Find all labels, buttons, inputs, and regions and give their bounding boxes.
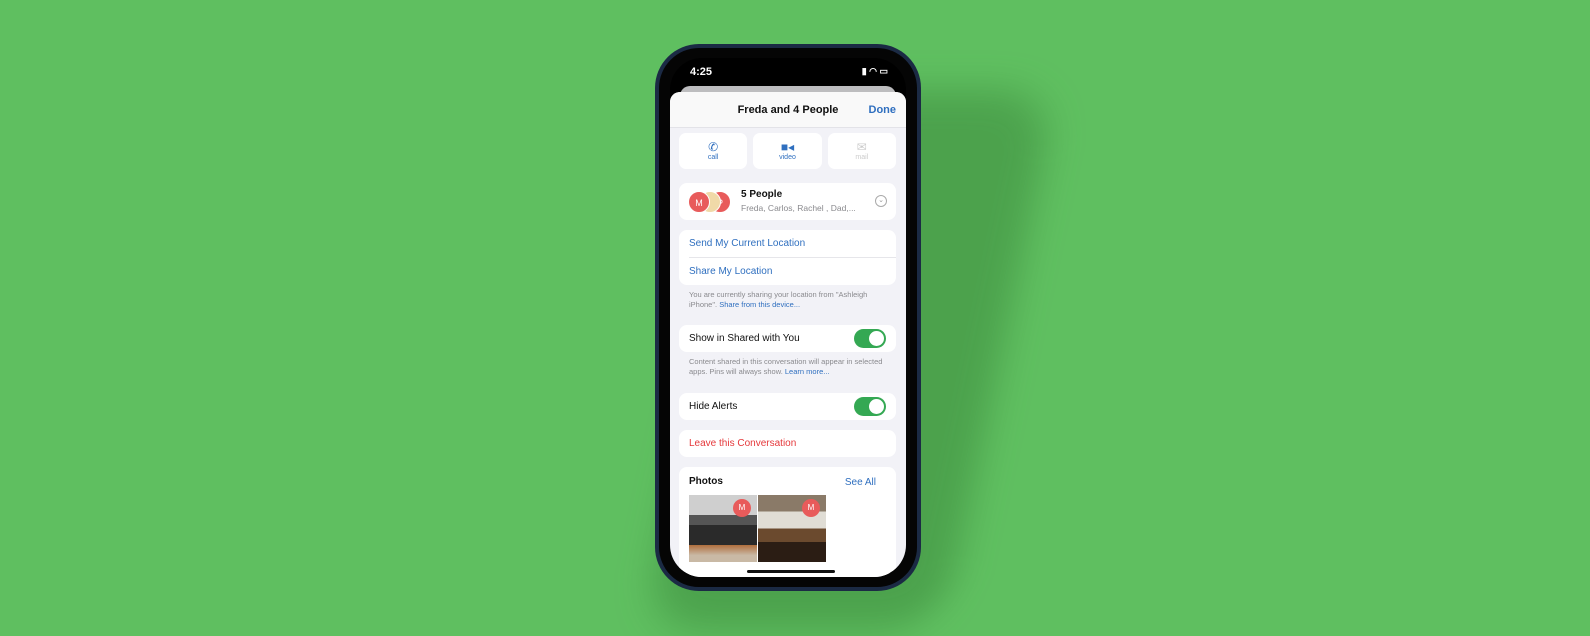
- video-button[interactable]: ■◂ video: [753, 133, 822, 169]
- mail-button[interactable]: ✉ mail: [827, 133, 896, 169]
- sender-badge: M: [733, 499, 751, 517]
- chevron-down-icon[interactable]: ⌄: [875, 195, 887, 207]
- video-camera-icon: ■◂: [780, 140, 795, 154]
- envelope-icon: ✉: [856, 140, 867, 154]
- hide-alerts-card: Hide Alerts: [679, 393, 896, 420]
- photo-thumbnail[interactable]: M: [758, 495, 826, 562]
- send-location-button[interactable]: Send My Current Location: [679, 230, 896, 257]
- details-sheet: Freda and 4 People Done ✆ call ■◂ video ✉ ma…: [670, 92, 906, 577]
- leave-card: Leave this Conversation: [679, 430, 896, 457]
- sender-badge: M: [802, 499, 820, 517]
- hide-alerts-label: Hide Alerts: [689, 401, 738, 412]
- status-bar: 4:25 ▮ ◠ ▭: [690, 66, 888, 78]
- phone-frame: 4:25 ▮ ◠ ▭ Freda and 4 People Done ✆ call ■…: [655, 44, 921, 591]
- video-label: video: [779, 154, 796, 161]
- home-indicator[interactable]: [747, 570, 835, 573]
- screen: 4:25 ▮ ◠ ▭ Freda and 4 People Done ✆ call ■…: [670, 58, 906, 577]
- share-location-button[interactable]: Share My Location: [679, 258, 896, 285]
- phone-icon: ✆: [708, 140, 719, 154]
- photo-thumbnail[interactable]: M: [689, 495, 757, 562]
- shared-with-you-label: Show in Shared with You: [689, 333, 800, 344]
- status-icons: ▮ ◠ ▭: [861, 66, 888, 76]
- photos-card: Photos See All M M: [679, 467, 896, 577]
- people-card[interactable]: P M 5 People Freda, Carlos, Rachel , Dad…: [679, 183, 896, 220]
- shared-with-you-toggle[interactable]: [854, 329, 886, 348]
- shared-note: Content shared in this conversation will…: [689, 357, 892, 377]
- page-title: Freda and 4 People: [737, 104, 839, 116]
- location-card: Send My Current Location Share My Locati…: [679, 230, 896, 285]
- shared-with-you-card: Show in Shared with You: [679, 325, 896, 352]
- hide-alerts-row: Hide Alerts: [679, 393, 896, 420]
- call-button[interactable]: ✆ call: [679, 133, 748, 169]
- sheet-header: Freda and 4 People Done: [670, 92, 906, 128]
- shared-with-you-row: Show in Shared with You: [679, 325, 896, 352]
- see-all-button[interactable]: See All: [845, 477, 876, 488]
- call-label: call: [707, 154, 719, 161]
- avatar: M: [688, 191, 710, 213]
- location-note: You are currently sharing your location …: [689, 290, 892, 310]
- done-button[interactable]: Done: [869, 92, 897, 128]
- learn-more-link[interactable]: Learn more...: [785, 367, 830, 376]
- people-title: 5 People: [741, 189, 783, 200]
- mail-label: mail: [855, 154, 869, 161]
- hide-alerts-toggle[interactable]: [854, 397, 886, 416]
- leave-conversation-button[interactable]: Leave this Conversation: [679, 430, 896, 457]
- share-from-device-link[interactable]: Share from this device...: [719, 300, 800, 309]
- people-names: Freda, Carlos, Rachel , Dad,...: [741, 203, 856, 213]
- status-time: 4:25: [690, 66, 713, 78]
- photos-title: Photos: [689, 476, 723, 487]
